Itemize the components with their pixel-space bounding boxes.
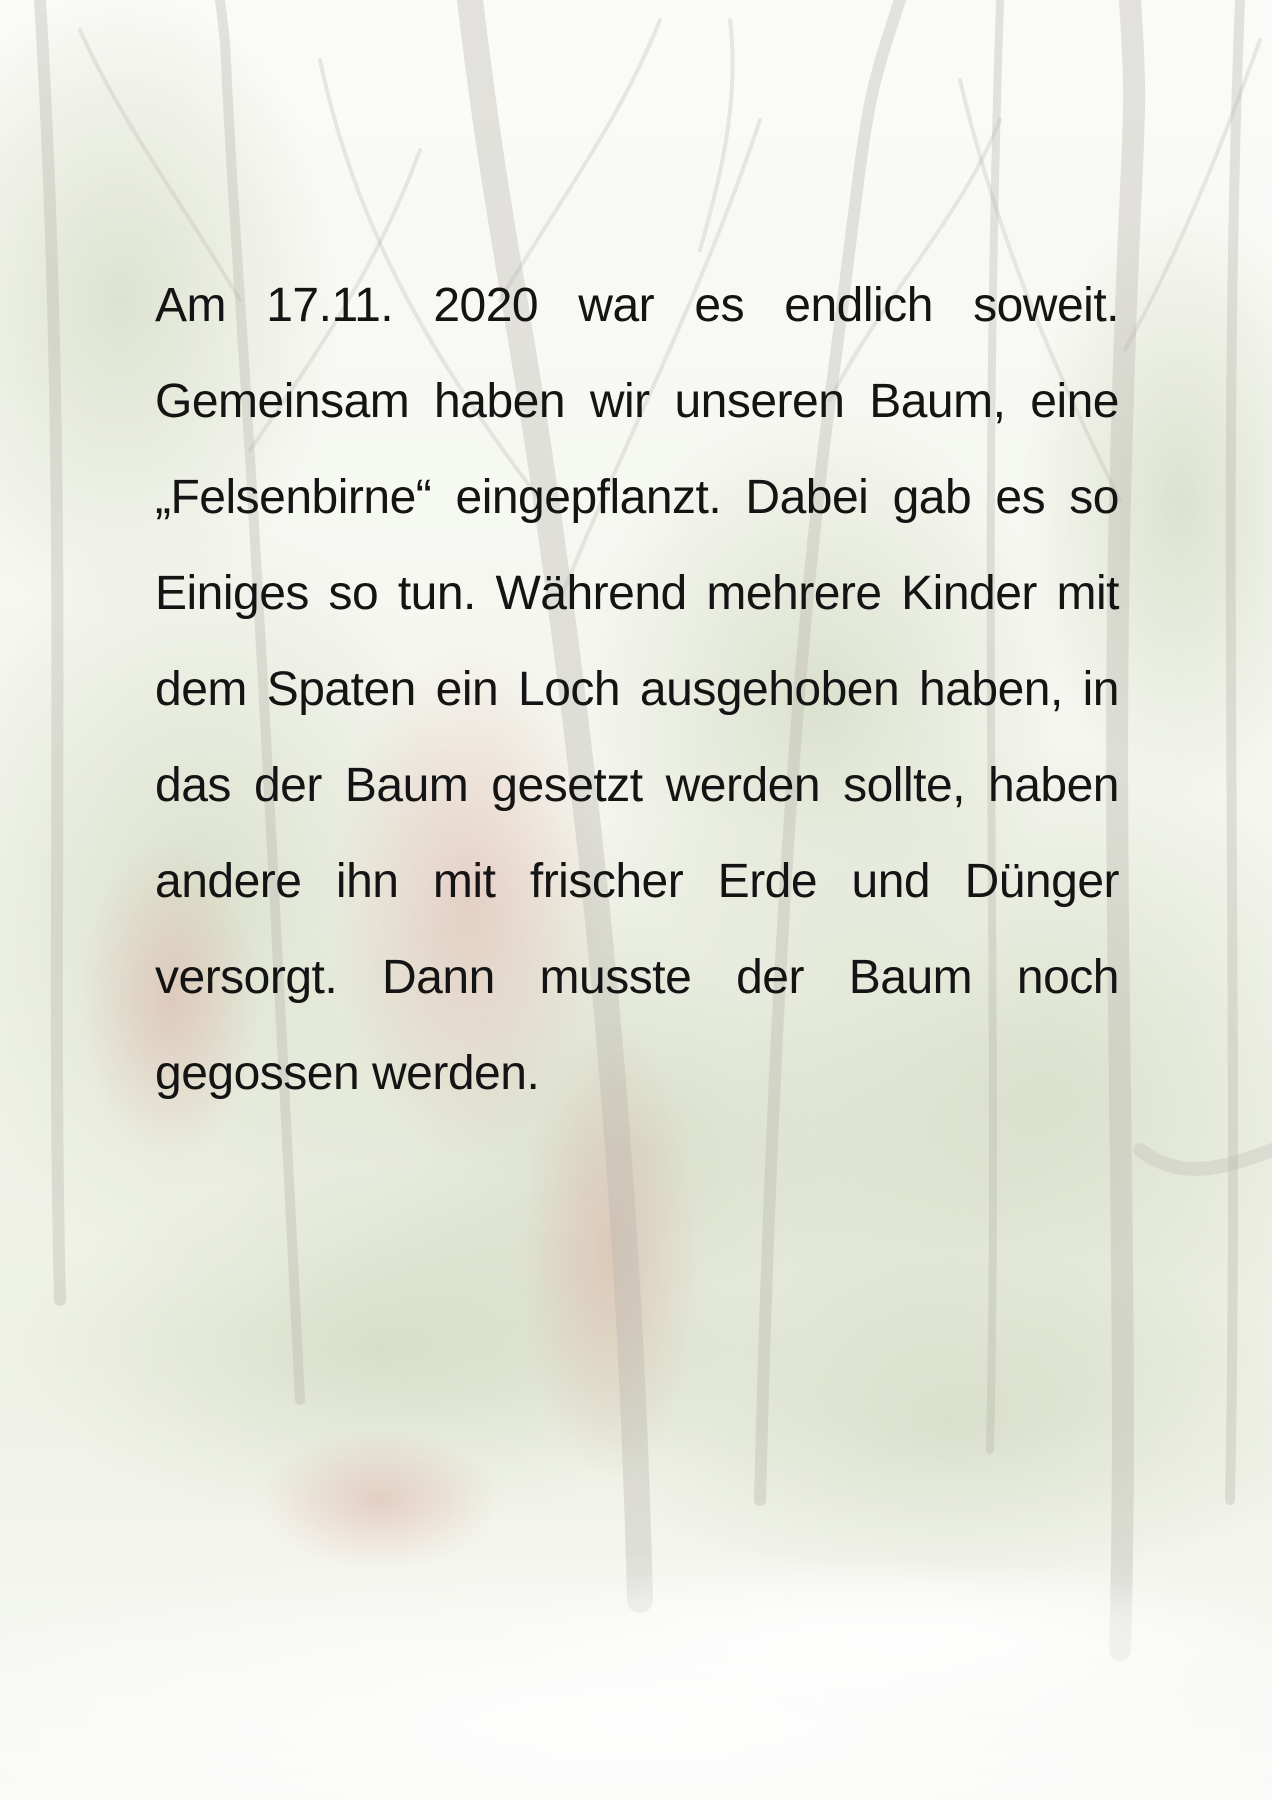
paragraph-line-9: gegossen werden. bbox=[155, 1047, 540, 1100]
paragraph-line-7: andere ihn mit frischer Erde und Dünger bbox=[155, 855, 1120, 908]
paragraph-line-6: das der Baum gesetzt werden sollte, habe… bbox=[155, 759, 1120, 812]
paragraph-line-3: „Felsenbirne“ eingepflanzt. Dabei gab es… bbox=[155, 471, 1120, 524]
body-paragraph: Am 17.11. 2020 war es endlich soweit. Ge… bbox=[155, 258, 1120, 1122]
paragraph-line-2: Gemeinsam haben wir unseren Baum, eine bbox=[155, 375, 1120, 428]
paragraph-line-1: Am 17.11. 2020 war es endlich soweit. bbox=[155, 279, 1120, 332]
paragraph-line-4: Einiges so tun. Während mehrere Kinder m… bbox=[155, 567, 1120, 620]
paragraph-line-5: dem Spaten ein Loch ausgehoben haben, in bbox=[155, 663, 1120, 716]
paragraph-line-8: versorgt. Dann musste der Baum noch bbox=[155, 951, 1120, 1004]
document-page: Am 17.11. 2020 war es endlich soweit. Ge… bbox=[0, 0, 1272, 1800]
